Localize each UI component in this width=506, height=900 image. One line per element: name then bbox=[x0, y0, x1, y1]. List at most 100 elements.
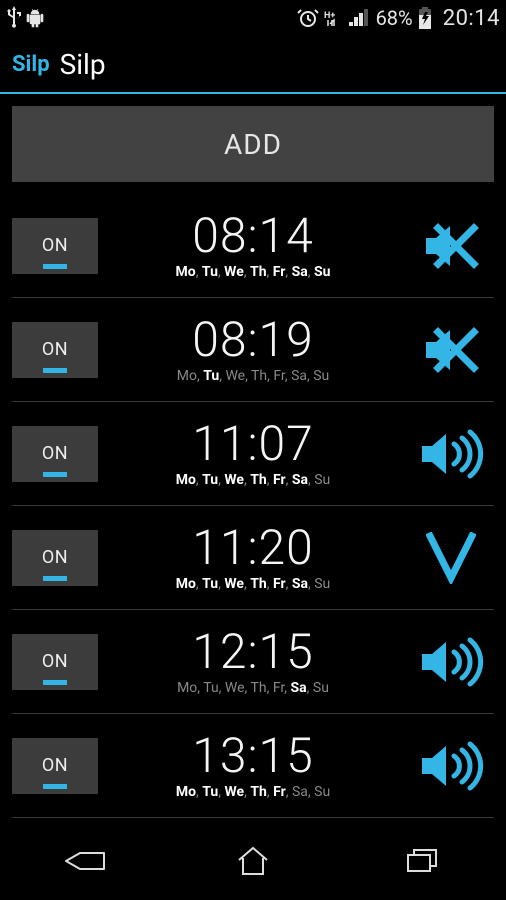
day-label: Th bbox=[250, 576, 267, 592]
on-toggle[interactable]: ON bbox=[12, 426, 98, 482]
sound-icon[interactable] bbox=[408, 634, 494, 690]
day-label: Su bbox=[314, 264, 330, 280]
time-block[interactable]: 11:20 Mo, Tu, We, Th, Fr, Sa, Su bbox=[98, 524, 408, 592]
day-label: Tu bbox=[203, 368, 219, 384]
days-row: Mo, Tu, We, Th, Fr, Sa, Su bbox=[176, 784, 330, 800]
day-label: Th bbox=[250, 784, 267, 800]
data-icon: H+ bbox=[324, 8, 344, 28]
schedule-row[interactable]: ON 13:15 Mo, Tu, We, Th, Fr, Sa, Su bbox=[12, 714, 494, 818]
on-toggle-label: ON bbox=[42, 443, 68, 464]
day-label: We bbox=[225, 368, 245, 384]
back-button[interactable] bbox=[44, 837, 124, 885]
day-label: Mo bbox=[176, 784, 196, 800]
day-label: Th bbox=[251, 680, 267, 696]
on-toggle[interactable]: ON bbox=[12, 738, 98, 794]
day-label: Su bbox=[314, 576, 330, 592]
day-label: Tu bbox=[202, 784, 218, 800]
on-toggle-label: ON bbox=[42, 651, 68, 672]
schedule-time: 11:07 bbox=[192, 420, 314, 468]
day-label: Tu bbox=[202, 576, 218, 592]
day-label: Sa bbox=[292, 472, 308, 488]
schedule-row[interactable]: ON 11:07 Mo, Tu, We, Th, Fr, Sa, Su bbox=[12, 402, 494, 506]
schedule-time: 08:19 bbox=[192, 316, 314, 364]
on-toggle[interactable]: ON bbox=[12, 634, 98, 690]
day-label: Tu bbox=[202, 472, 218, 488]
days-row: Mo, Tu, We, Th, Fr, Sa, Su bbox=[176, 472, 331, 488]
time-block[interactable]: 13:15 Mo, Tu, We, Th, Fr, Sa, Su bbox=[98, 732, 408, 800]
day-label: We bbox=[224, 264, 244, 280]
mute-icon[interactable] bbox=[408, 322, 494, 378]
day-label: Tu bbox=[203, 680, 218, 696]
days-row: Mo, Tu, We, Th, Fr, Sa, Su bbox=[176, 264, 331, 280]
day-label: We bbox=[224, 576, 244, 592]
day-label: Th bbox=[250, 472, 267, 488]
day-label: Fr bbox=[273, 680, 284, 696]
on-toggle[interactable]: ON bbox=[12, 530, 98, 586]
day-label: We bbox=[224, 784, 244, 800]
schedule-time: 08:14 bbox=[192, 212, 314, 260]
day-label: Fr bbox=[273, 368, 284, 384]
day-label: Su bbox=[314, 472, 330, 488]
add-button-label: ADD bbox=[224, 128, 282, 161]
day-label: We bbox=[224, 472, 244, 488]
day-label: Mo bbox=[177, 680, 197, 696]
schedule-time: 12:15 bbox=[192, 628, 314, 676]
vibrate-icon[interactable] bbox=[408, 532, 494, 584]
day-label: Th bbox=[251, 368, 267, 384]
day-label: Sa bbox=[292, 784, 308, 800]
days-row: Mo, Tu, We, Th, Fr, Sa, Su bbox=[177, 680, 329, 696]
system-nav-bar bbox=[0, 822, 506, 900]
sound-icon[interactable] bbox=[408, 426, 494, 482]
status-left bbox=[6, 6, 44, 30]
days-row: Mo, Tu, We, Th, Fr, Sa, Su bbox=[177, 368, 330, 384]
day-label: Fr bbox=[273, 472, 286, 488]
day-label: Su bbox=[313, 680, 329, 696]
page-title: Silp bbox=[60, 48, 106, 81]
day-label: Th bbox=[250, 264, 267, 280]
status-time: 20:14 bbox=[443, 6, 500, 31]
days-row: Mo, Tu, We, Th, Fr, Sa, Su bbox=[176, 576, 331, 592]
day-label: Su bbox=[314, 784, 330, 800]
day-label: Fr bbox=[273, 784, 286, 800]
schedule-row[interactable]: ON 12:15 Mo, Tu, We, Th, Fr, Sa, Su bbox=[12, 610, 494, 714]
time-block[interactable]: 11:07 Mo, Tu, We, Th, Fr, Sa, Su bbox=[98, 420, 408, 488]
sound-icon[interactable] bbox=[408, 738, 494, 794]
battery-percent: 68% bbox=[376, 6, 413, 30]
day-label: Mo bbox=[177, 368, 197, 384]
alarm-icon bbox=[296, 6, 320, 30]
schedule-time: 13:15 bbox=[192, 732, 314, 780]
time-block[interactable]: 12:15 Mo, Tu, We, Th, Fr, Sa, Su bbox=[98, 628, 408, 696]
day-label: We bbox=[225, 680, 245, 696]
on-toggle-label: ON bbox=[42, 235, 68, 256]
day-label: Fr bbox=[273, 264, 286, 280]
add-button[interactable]: ADD bbox=[12, 106, 494, 182]
day-label: Sa bbox=[291, 680, 307, 696]
day-label: Sa bbox=[291, 368, 307, 384]
schedule-list: ON 08:14 Mo, Tu, We, Th, Fr, Sa, Su ON 08:1… bbox=[12, 194, 494, 818]
day-label: Mo bbox=[176, 264, 196, 280]
day-label: Sa bbox=[292, 576, 308, 592]
on-toggle[interactable]: ON bbox=[12, 218, 98, 274]
home-button[interactable] bbox=[213, 837, 293, 885]
schedule-row[interactable]: ON 08:19 Mo, Tu, We, Th, Fr, Sa, Su bbox=[12, 298, 494, 402]
status-bar: H+ 68% 20:14 bbox=[0, 0, 506, 36]
status-right: H+ 68% 20:14 bbox=[296, 6, 500, 31]
day-label: Mo bbox=[176, 576, 196, 592]
time-block[interactable]: 08:14 Mo, Tu, We, Th, Fr, Sa, Su bbox=[98, 212, 408, 280]
mute-icon[interactable] bbox=[408, 218, 494, 274]
android-icon bbox=[26, 7, 44, 29]
day-label: Su bbox=[313, 368, 329, 384]
on-toggle-label: ON bbox=[42, 339, 68, 360]
content: ADD ON 08:14 Mo, Tu, We, Th, Fr, Sa, Su ON… bbox=[0, 94, 506, 818]
day-label: Fr bbox=[273, 576, 286, 592]
schedule-time: 11:20 bbox=[192, 524, 314, 572]
on-toggle-label: ON bbox=[42, 755, 68, 776]
time-block[interactable]: 08:19 Mo, Tu, We, Th, Fr, Sa, Su bbox=[98, 316, 408, 384]
usb-icon bbox=[6, 6, 22, 30]
schedule-row[interactable]: ON 11:20 Mo, Tu, We, Th, Fr, Sa, Su bbox=[12, 506, 494, 610]
day-label: Mo bbox=[176, 472, 196, 488]
schedule-row[interactable]: ON 08:14 Mo, Tu, We, Th, Fr, Sa, Su bbox=[12, 194, 494, 298]
on-toggle[interactable]: ON bbox=[12, 322, 98, 378]
recent-apps-button[interactable] bbox=[382, 837, 462, 885]
battery-icon bbox=[417, 6, 433, 30]
